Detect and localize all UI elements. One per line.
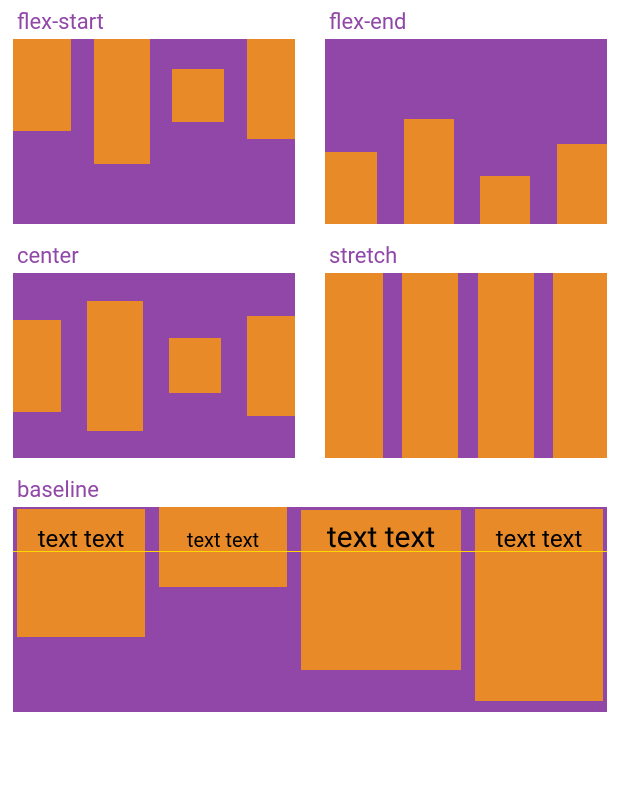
baseline-text-2: text text [187,528,259,552]
baseline-text-4: text text [496,525,583,553]
flex-end-box-1 [325,152,377,224]
flex-start-title: flex-start [13,10,295,35]
flex-end-box-4 [557,144,607,224]
baseline-title: baseline [13,478,607,503]
flex-start-box-1 [13,39,71,131]
baseline-box-2: text text [159,507,287,587]
flex-start-box-4 [247,39,295,139]
flex-start-box-3 [172,69,224,122]
row-1: flex-start flex-end [13,10,607,224]
row-2: center stretch [13,244,607,458]
stretch-title: stretch [325,244,607,269]
flex-end-box-2 [404,119,454,224]
stretch-box-3 [478,273,534,458]
center-box-3 [169,338,221,393]
flex-end-panel [325,39,607,224]
stretch-wrap: stretch [325,244,607,458]
flex-start-wrap: flex-start [13,10,295,224]
baseline-wrap: baseline text text text text text text t… [13,478,607,712]
flex-start-panel [13,39,295,224]
baseline-box-4: text text [475,509,603,701]
center-box-1 [13,320,61,412]
flex-end-wrap: flex-end [325,10,607,224]
baseline-panel: text text text text text text text text [13,507,607,712]
flex-end-title: flex-end [325,10,607,35]
flex-start-box-2 [94,39,150,164]
stretch-box-1 [325,273,383,458]
center-box-4 [247,316,295,416]
center-title: center [13,244,295,269]
baseline-box-1: text text [17,509,145,637]
baseline-box-3: text text [301,510,461,670]
stretch-box-2 [402,273,458,458]
center-box-2 [87,301,143,431]
stretch-panel [325,273,607,458]
baseline-text-1: text text [38,525,125,553]
center-wrap: center [13,244,295,458]
baseline-text-3: text text [327,520,435,555]
stretch-box-4 [553,273,607,458]
baseline-indicator-line [13,551,607,552]
flex-end-box-3 [480,176,530,224]
center-panel [13,273,295,458]
row-3: baseline text text text text text text t… [13,478,607,712]
